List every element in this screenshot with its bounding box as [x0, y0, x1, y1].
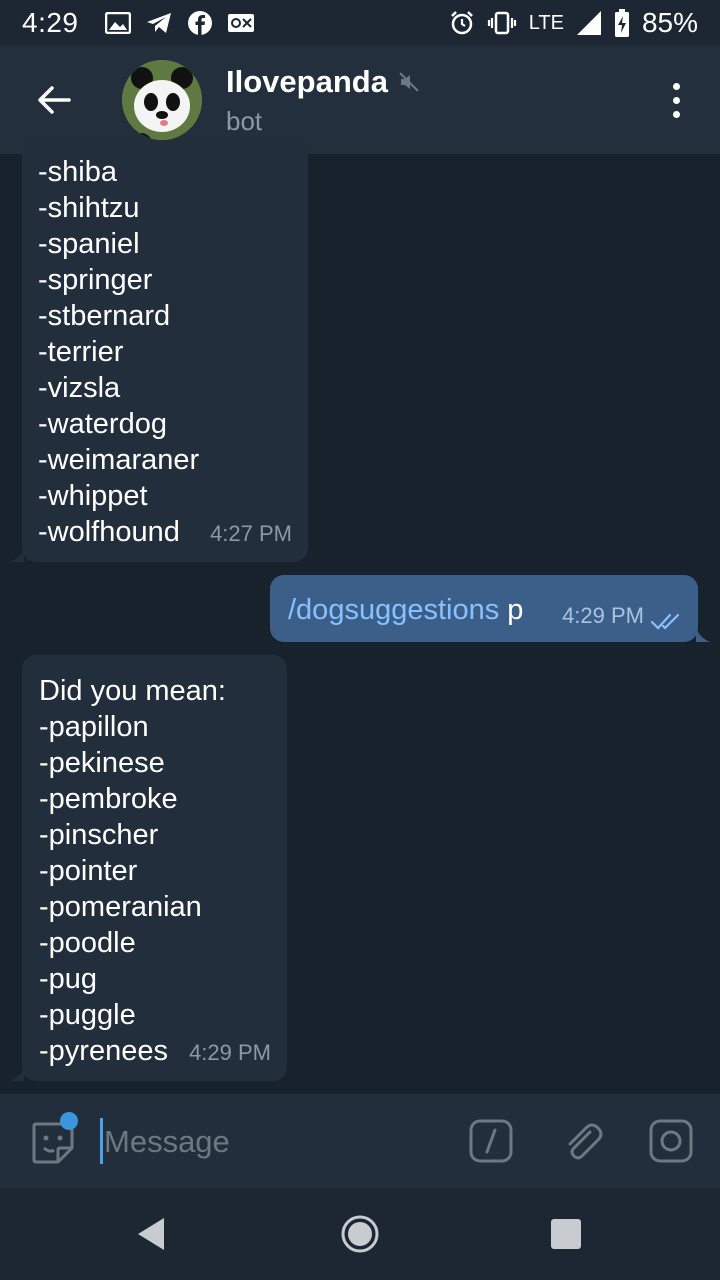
- message-line: -spaniel: [38, 228, 140, 260]
- bubble-tail: [696, 628, 710, 642]
- message-bubble-incoming[interactable]: -shiba -shihtzu -spaniel -springer -stbe…: [22, 140, 308, 562]
- nav-recents-icon[interactable]: [546, 1214, 586, 1254]
- alarm-icon: [450, 11, 473, 35]
- message-time: 4:29 PM: [562, 603, 644, 628]
- telegram-icon: [146, 13, 171, 33]
- message-text: -shiba -shihtzu -spaniel -springer -stbe…: [38, 154, 292, 550]
- attach-paperclip-icon[interactable]: [560, 1118, 606, 1164]
- more-options-button[interactable]: [656, 70, 696, 130]
- message-input[interactable]: [104, 1122, 444, 1162]
- message-line: -terrier: [38, 336, 124, 368]
- message-line: -springer: [38, 264, 153, 296]
- message-line: -pekinese: [39, 747, 165, 779]
- bot-command-link[interactable]: /dogsuggestions: [288, 594, 499, 626]
- message-line: -pembroke: [39, 783, 178, 815]
- nav-home-icon[interactable]: [340, 1214, 380, 1254]
- system-navigation-bar: [0, 1188, 720, 1280]
- vibrate-icon: [487, 11, 516, 35]
- back-arrow-icon: [38, 86, 71, 114]
- message-text: Did you mean: -papillon -pekinese -pembr…: [39, 673, 271, 1069]
- bubble-tail: [10, 1067, 24, 1081]
- message-line: -weimaraner: [38, 444, 200, 476]
- message-bubble-outgoing[interactable]: /dogsuggestions p 4:29 PM: [270, 575, 698, 642]
- message-line: -shihtzu: [38, 192, 140, 224]
- message-time: 4:29 PM: [189, 1040, 271, 1065]
- message-line: -vizsla: [38, 372, 121, 404]
- chat-subtitle: bot: [226, 105, 263, 136]
- message-line: -pinscher: [39, 819, 159, 851]
- avatar[interactable]: [122, 60, 202, 140]
- message-bubble-incoming[interactable]: Did you mean: -papillon -pekinese -pembr…: [22, 655, 287, 1081]
- more-dot: [672, 96, 680, 104]
- message-line: -stbernard: [38, 300, 171, 332]
- nav-back-icon[interactable]: [132, 1214, 172, 1254]
- message-line: -shiba: [38, 156, 117, 188]
- panda-avatar-icon: [122, 60, 202, 140]
- network-type: LTE: [528, 11, 564, 34]
- camera-icon[interactable]: [648, 1118, 694, 1164]
- command-argument: p: [499, 594, 524, 626]
- battery-charging-icon: [614, 9, 629, 37]
- signal-icon: [576, 11, 601, 35]
- more-dot: [672, 82, 680, 90]
- message-time: 4:27 PM: [210, 521, 292, 546]
- message-line: Did you mean:: [39, 675, 226, 707]
- message-line: -puggle: [39, 999, 136, 1031]
- message-line: -pointer: [39, 855, 138, 887]
- message-line: -poodle: [39, 927, 136, 959]
- back-button[interactable]: [24, 70, 84, 130]
- status-bar: 4:29 LTE 85%: [0, 0, 720, 46]
- message-line: -pug: [39, 963, 98, 995]
- bot-commands-icon[interactable]: [468, 1118, 514, 1164]
- message-composer: [0, 1094, 720, 1188]
- message-line: -waterdog: [38, 408, 167, 440]
- image-icon: [104, 12, 131, 34]
- vpn-icon: [227, 14, 254, 32]
- battery-percent: 85%: [641, 7, 698, 38]
- more-dot: [672, 110, 680, 118]
- message-line: -papillon: [39, 711, 149, 743]
- chat-title: Ilovepanda: [226, 63, 388, 99]
- muted-icon: [399, 71, 419, 92]
- message-line: -pomeranian: [39, 891, 202, 923]
- facebook-icon: [187, 11, 212, 35]
- text-cursor: [100, 1118, 103, 1164]
- message-line: -whippet: [38, 480, 148, 512]
- status-time: 4:29: [22, 7, 79, 38]
- bubble-tail: [10, 548, 24, 562]
- new-stickers-badge: [60, 1112, 78, 1130]
- double-check-icon: [650, 613, 680, 630]
- chat-header: Ilovepanda bot: [0, 46, 720, 154]
